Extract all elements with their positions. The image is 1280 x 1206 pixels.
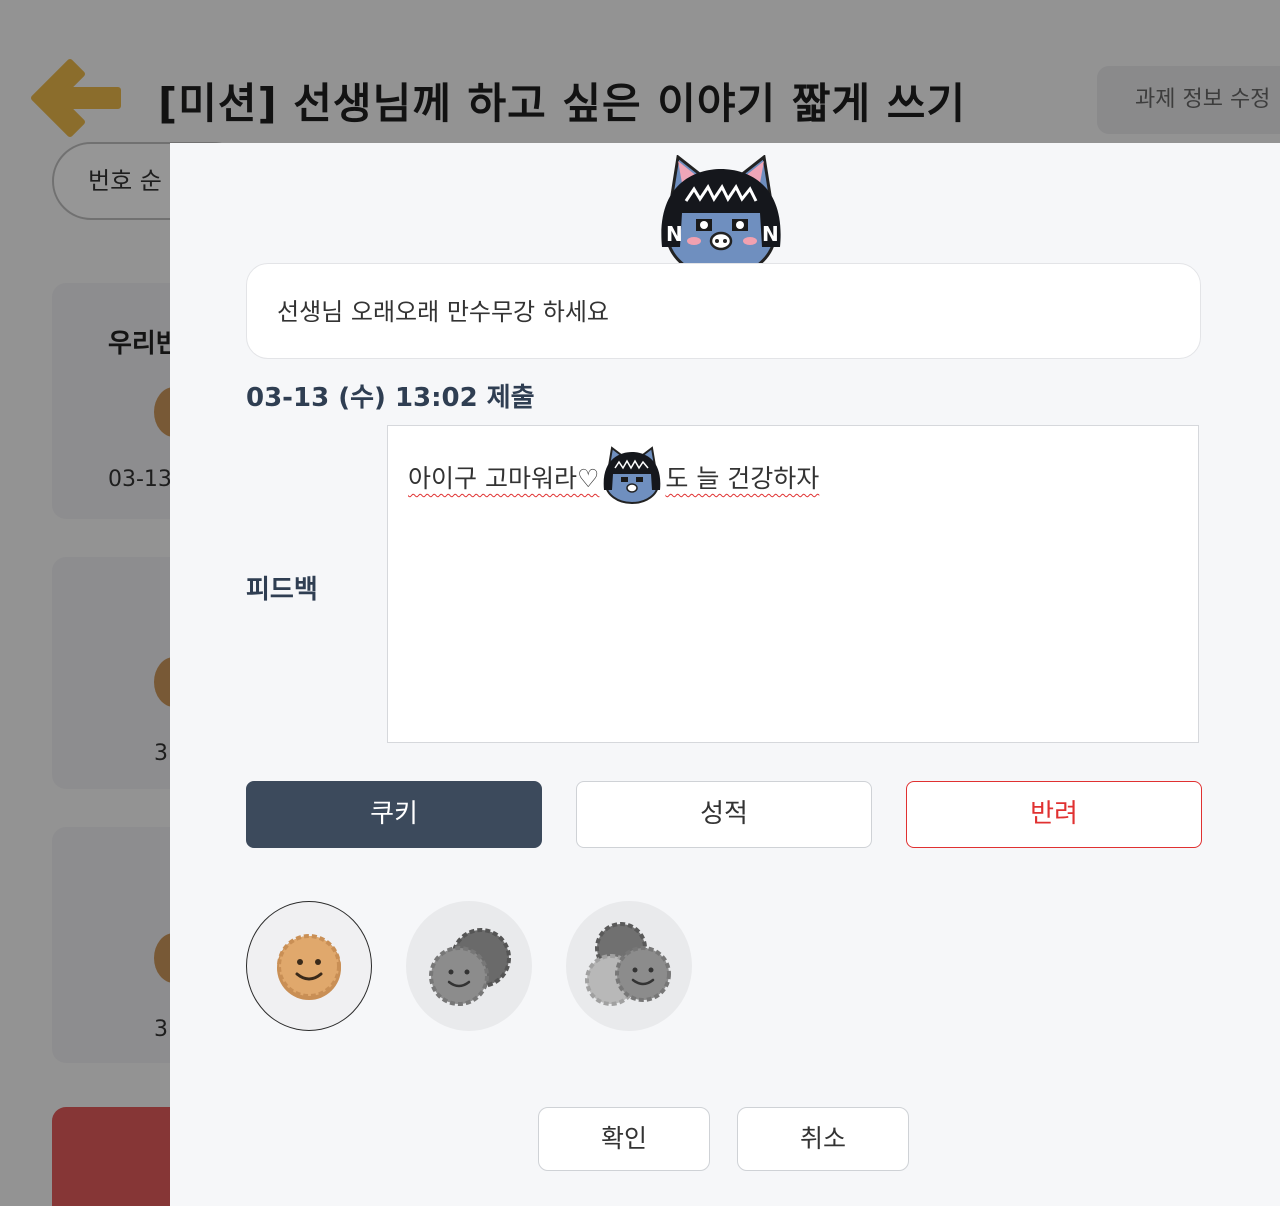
feedback-text-part: 아이구 고마워라♡ [408,464,600,493]
svg-text:N: N [666,222,683,246]
cancel-button[interactable]: 취소 [737,1107,909,1171]
feedback-textarea[interactable]: 아이구 고마워라♡ 도 늘 건강하자 [387,425,1199,743]
cookies-three-icon [585,922,671,1006]
cookie-option-1[interactable] [246,901,372,1031]
feedback-text: 아이구 고마워라♡ 도 늘 건강하자 [408,446,820,506]
feedback-modal: N N 선생님 오래오래 만수무강 하세요 03-13 (수) 13:02 제출… [170,143,1280,1206]
cookies-two-icon [429,928,511,1006]
svg-text:N: N [762,222,779,246]
cookie-option-3[interactable] [566,901,692,1031]
tab-reject[interactable]: 반려 [906,781,1202,848]
tab-cookie[interactable]: 쿠키 [246,781,542,848]
student-message: 선생님 오래오래 만수무강 하세요 [246,263,1201,359]
cookie-icon [277,934,341,1000]
feedback-text-part: 도 늘 건강하자 [665,464,820,493]
feedback-label: 피드백 [246,575,318,605]
neo-cat-character-icon: N N [661,155,781,279]
confirm-button[interactable]: 확인 [538,1107,710,1171]
submission-time: 03-13 (수) 13:02 제출 [246,383,535,413]
neo-cat-emoticon-icon [604,446,661,504]
tab-grade[interactable]: 성적 [576,781,872,848]
cookie-option-2[interactable] [406,901,532,1031]
